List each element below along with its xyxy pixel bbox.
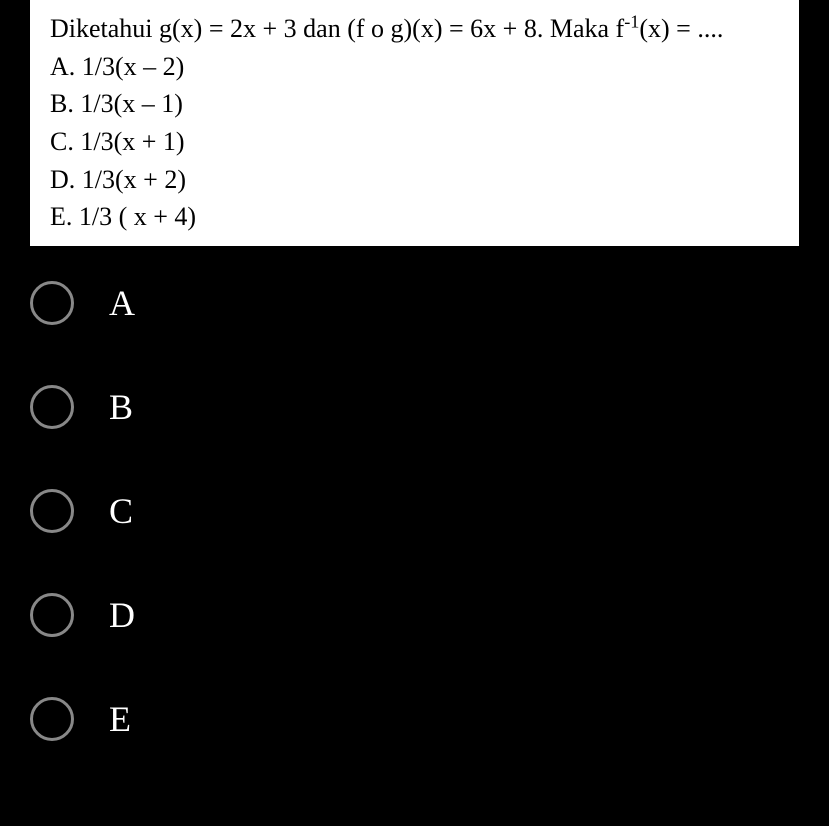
option-a[interactable]: A xyxy=(30,281,799,325)
option-label: D xyxy=(109,594,135,636)
choice-d: D. 1/3(x + 2) xyxy=(50,161,779,199)
question-text-after: (x) = .... xyxy=(639,14,723,43)
choice-text: 1/3(x – 2) xyxy=(82,52,185,81)
radio-icon xyxy=(30,385,74,429)
choice-letter: B. xyxy=(50,89,74,118)
radio-icon xyxy=(30,281,74,325)
option-c[interactable]: C xyxy=(30,489,799,533)
question-prompt: Diketahui g(x) = 2x + 3 dan (f o g)(x) =… xyxy=(50,10,779,48)
option-label: E xyxy=(109,698,131,740)
option-label: A xyxy=(109,282,135,324)
choice-letter: D. xyxy=(50,165,75,194)
choice-letter: E. xyxy=(50,202,72,231)
choice-b: B. 1/3(x – 1) xyxy=(50,85,779,123)
choice-text: 1/3(x – 1) xyxy=(80,89,183,118)
radio-icon xyxy=(30,593,74,637)
choice-text: 1/3(x + 2) xyxy=(82,165,186,194)
question-superscript: -1 xyxy=(624,11,639,31)
choice-c: C. 1/3(x + 1) xyxy=(50,123,779,161)
option-label: B xyxy=(109,386,133,428)
choice-text: 1/3 ( x + 4) xyxy=(79,202,196,231)
option-e[interactable]: E xyxy=(30,697,799,741)
option-b[interactable]: B xyxy=(30,385,799,429)
answer-options: A B C D E xyxy=(0,246,829,741)
radio-icon xyxy=(30,489,74,533)
radio-icon xyxy=(30,697,74,741)
question-text-before: Diketahui g(x) = 2x + 3 dan (f o g)(x) =… xyxy=(50,14,624,43)
question-box: Diketahui g(x) = 2x + 3 dan (f o g)(x) =… xyxy=(30,0,799,246)
choice-letter: A. xyxy=(50,52,75,81)
choice-a: A. 1/3(x – 2) xyxy=(50,48,779,86)
choice-e: E. 1/3 ( x + 4) xyxy=(50,198,779,236)
choice-letter: C. xyxy=(50,127,74,156)
option-d[interactable]: D xyxy=(30,593,799,637)
option-label: C xyxy=(109,490,133,532)
choice-text: 1/3(x + 1) xyxy=(80,127,184,156)
